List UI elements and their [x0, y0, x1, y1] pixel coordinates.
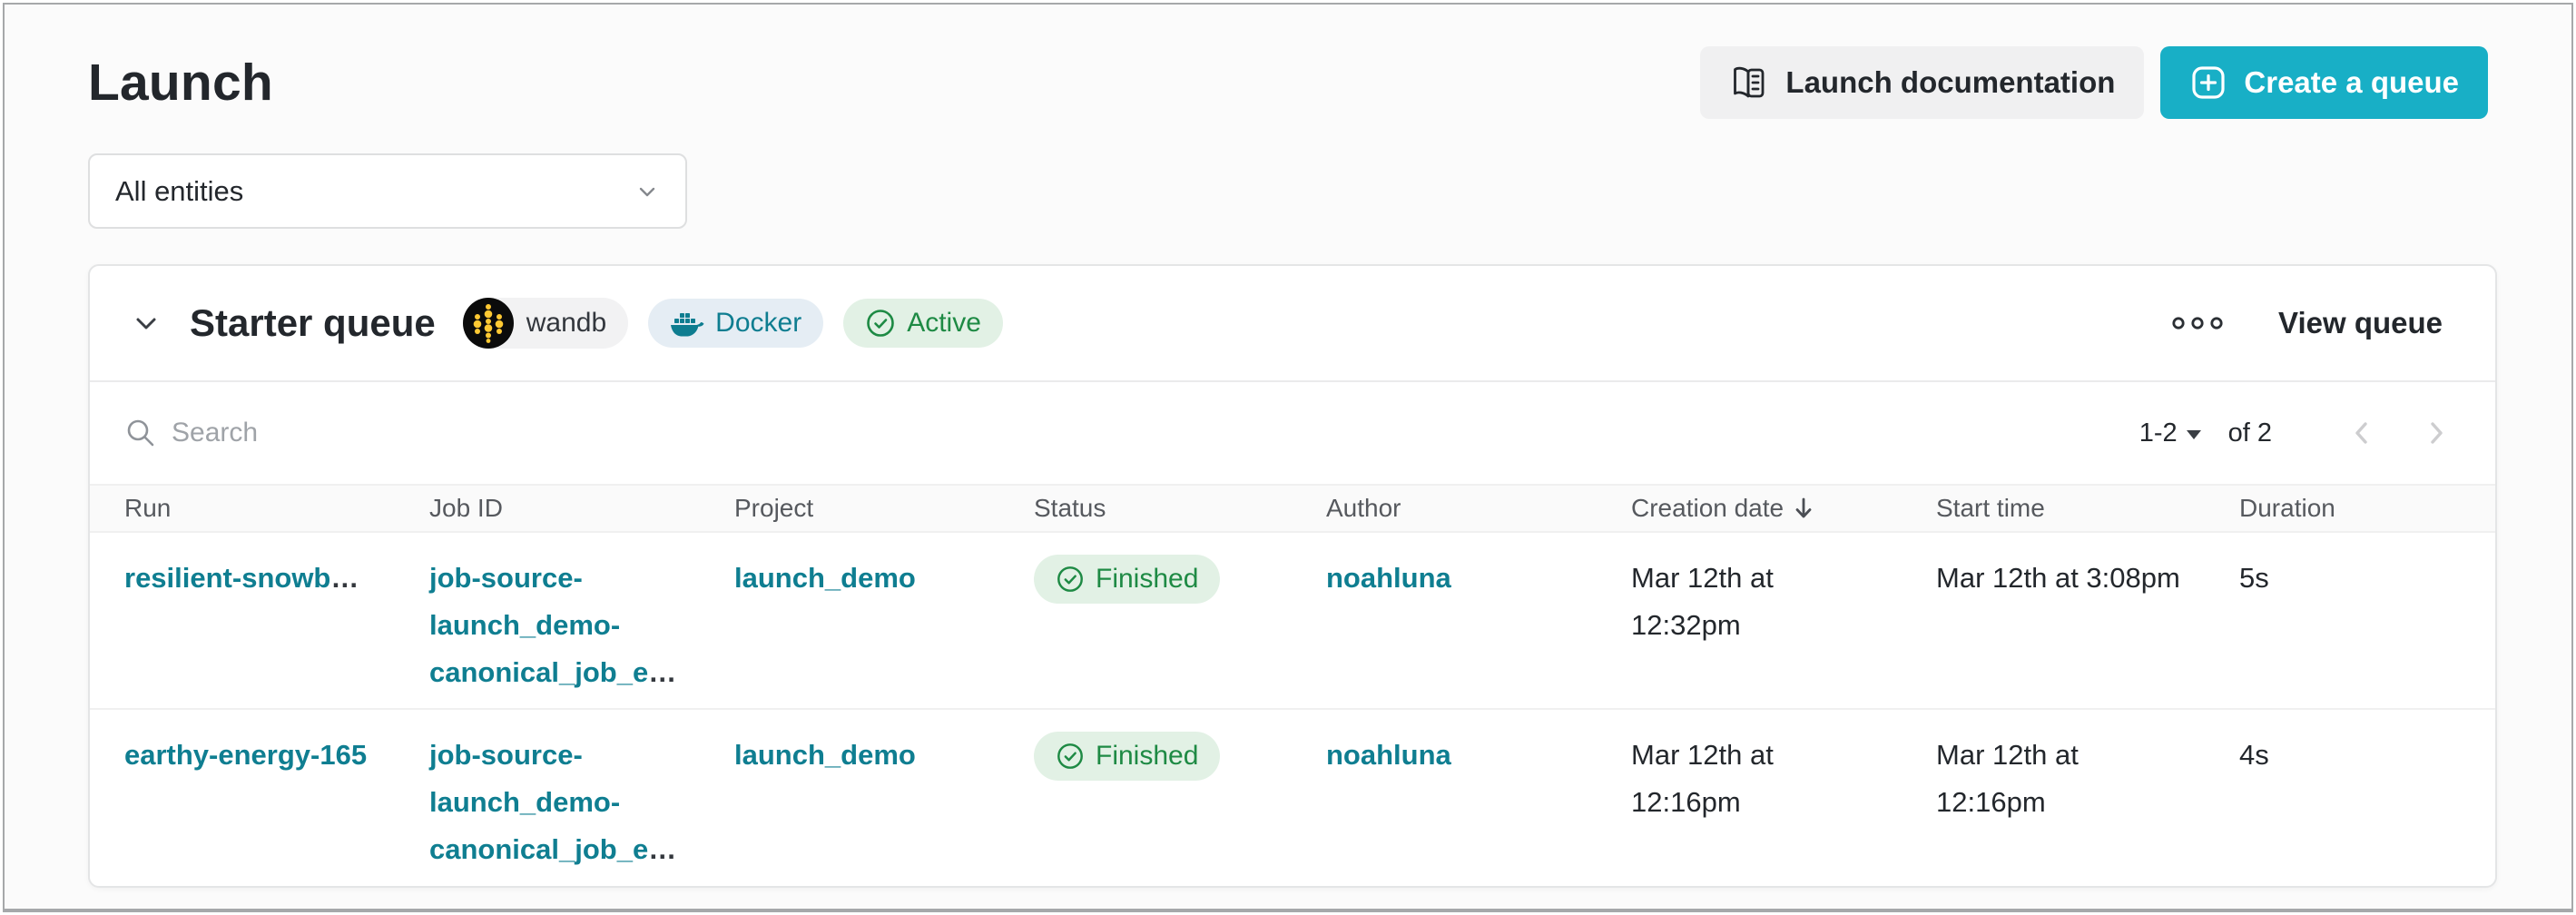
- run-cell: resilient-snowb…: [124, 555, 429, 602]
- column-header-run[interactable]: Run: [124, 494, 429, 523]
- column-header-start-time[interactable]: Start time: [1936, 494, 2239, 523]
- truncation-ellipsis: …: [648, 833, 676, 865]
- queue-card: Starter queue wandb: [88, 264, 2497, 888]
- view-queue-button[interactable]: View queue: [2278, 306, 2443, 340]
- duration-cell: 4s: [2239, 732, 2453, 779]
- check-circle-icon: [1056, 742, 1085, 771]
- job-id-link[interactable]: job-source-: [429, 739, 583, 771]
- entity-select-value: All entities: [115, 175, 243, 208]
- truncation-ellipsis: …: [648, 656, 676, 688]
- status-badge: Finished: [1034, 555, 1220, 604]
- pagination: 1-2 of 2: [2139, 416, 2453, 450]
- entity-badge-label: wandb: [526, 308, 606, 339]
- column-header-duration[interactable]: Duration: [2239, 494, 2453, 523]
- next-page-button[interactable]: [2419, 416, 2453, 450]
- collapse-queue-button[interactable]: [124, 301, 168, 345]
- page-range-selector[interactable]: 1-2: [2139, 418, 2201, 448]
- queue-type-badge-label: Docker: [715, 308, 801, 339]
- author-cell: noahluna: [1326, 732, 1631, 779]
- job-id-link[interactable]: launch_demo-: [429, 786, 620, 818]
- status-cell: Finished: [1034, 732, 1326, 785]
- page-range-label: 1-2: [2139, 418, 2178, 448]
- create-queue-label: Create a queue: [2244, 65, 2459, 100]
- chevron-right-icon: [2421, 418, 2452, 448]
- table-row: earthy-energy-165 job-source- launch_dem…: [90, 710, 2495, 887]
- truncation-ellipsis: …: [330, 562, 359, 594]
- job-id-link[interactable]: launch_demo-: [429, 609, 620, 641]
- page-title: Launch: [88, 53, 273, 113]
- run-link[interactable]: earthy-energy-165: [124, 739, 367, 771]
- create-queue-button[interactable]: Create a queue: [2160, 46, 2488, 119]
- project-cell: launch_demo: [734, 555, 1034, 602]
- queue-toolbar: 1-2 of 2: [90, 382, 2495, 484]
- check-circle-icon: [865, 308, 896, 339]
- author-cell: noahluna: [1326, 555, 1631, 602]
- start-time-cell: Mar 12th at 12:16pm: [1936, 732, 2239, 826]
- project-cell: launch_demo: [734, 732, 1034, 779]
- project-link[interactable]: launch_demo: [734, 739, 916, 771]
- job-id-cell: job-source- launch_demo- canonical_job_e…: [429, 555, 734, 696]
- queue-title: Starter queue: [190, 301, 436, 345]
- job-id-link[interactable]: canonical_job_e: [429, 656, 648, 688]
- status-badge-label: Finished: [1096, 556, 1198, 603]
- chevron-left-icon: [2346, 418, 2377, 448]
- creation-date-cell: Mar 12th at 12:16pm: [1631, 732, 1936, 826]
- table-row: resilient-snowb… job-source- launch_demo…: [90, 533, 2495, 710]
- column-header-status[interactable]: Status: [1034, 494, 1326, 523]
- author-link[interactable]: noahluna: [1326, 562, 1451, 594]
- chevron-down-icon: [130, 307, 162, 339]
- job-id-cell: job-source- launch_demo- canonical_job_e…: [429, 732, 734, 873]
- page-total-label: of 2: [2228, 418, 2272, 448]
- entity-select[interactable]: All entities: [88, 153, 687, 229]
- pagination-nav: [2345, 416, 2453, 450]
- wandb-logo: [463, 298, 514, 349]
- queue-state-badge-active: Active: [843, 299, 1003, 348]
- chevron-down-icon: [634, 179, 660, 204]
- search-box: [124, 417, 2139, 449]
- status-cell: Finished: [1034, 555, 1326, 608]
- start-time-cell: Mar 12th at 3:08pm: [1936, 555, 2239, 602]
- launch-documentation-label: Launch documentation: [1785, 65, 2115, 100]
- header-actions: Launch documentation Create a queue: [1700, 46, 2488, 119]
- topbar: Launch Launch documentation: [88, 44, 2488, 121]
- arrow-down-icon: [1793, 496, 1814, 521]
- creation-date-cell: Mar 12th at 12:32pm: [1631, 555, 1936, 649]
- entity-badge-wandb[interactable]: wandb: [463, 298, 628, 349]
- launch-documentation-button[interactable]: Launch documentation: [1700, 46, 2144, 119]
- prev-page-button[interactable]: [2345, 416, 2379, 450]
- plus-square-icon: [2189, 64, 2227, 102]
- check-circle-icon: [1056, 565, 1085, 594]
- project-link[interactable]: launch_demo: [734, 562, 916, 594]
- queue-type-badge-docker: Docker: [648, 299, 823, 348]
- run-link[interactable]: resilient-snowb: [124, 562, 330, 594]
- queue-state-badge-label: Active: [907, 308, 981, 339]
- column-header-author[interactable]: Author: [1326, 494, 1631, 523]
- book-icon: [1729, 63, 1769, 103]
- job-id-link[interactable]: canonical_job_e: [429, 833, 648, 865]
- column-header-job-id[interactable]: Job ID: [429, 494, 734, 523]
- queue-card-header: Starter queue wandb: [90, 266, 2495, 382]
- job-id-link[interactable]: job-source-: [429, 562, 583, 594]
- table-header-row: Run Job ID Project Status Author Creatio…: [90, 484, 2495, 533]
- author-link[interactable]: noahluna: [1326, 739, 1451, 771]
- duration-cell: 5s: [2239, 555, 2453, 602]
- search-icon: [124, 417, 157, 449]
- run-cell: earthy-energy-165: [124, 732, 429, 779]
- search-input[interactable]: [172, 418, 807, 448]
- launch-page: Launch Launch documentation: [3, 3, 2573, 912]
- docker-whale-icon: [670, 309, 704, 338]
- status-badge-label: Finished: [1096, 733, 1198, 780]
- queue-overflow-menu-button[interactable]: [2164, 309, 2231, 338]
- caret-down-icon: [2187, 430, 2201, 439]
- status-badge: Finished: [1034, 732, 1220, 781]
- overflow-menu-icon: [2171, 316, 2224, 330]
- column-header-project[interactable]: Project: [734, 494, 1034, 523]
- column-header-creation-date[interactable]: Creation date: [1631, 494, 1936, 523]
